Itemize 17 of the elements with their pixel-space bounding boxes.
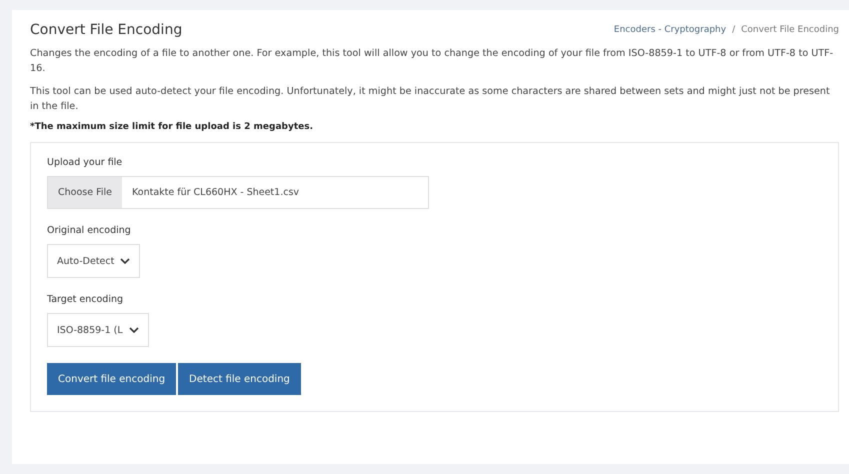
breadcrumb-link[interactable]: Encoders - Cryptography xyxy=(614,25,726,35)
action-button[interactable]: Detect file encoding xyxy=(178,363,301,395)
size-limit-note: *The maximum size limit for file upload is 2 megabytes. xyxy=(30,122,314,132)
chevron-down-icon xyxy=(128,327,139,333)
page-title: Convert File Encoding xyxy=(30,22,182,38)
field-label: Original encoding xyxy=(47,225,131,236)
encoding-select[interactable]: ISO-8859-1 (L xyxy=(47,313,149,347)
action-button[interactable]: Convert file encoding xyxy=(47,363,176,395)
breadcrumb-separator: / xyxy=(732,25,736,35)
file-input[interactable]: Choose File Kontakte für CL660HX - Sheet1.csv xyxy=(47,176,429,209)
field-label: Upload your file xyxy=(47,157,122,168)
description-text: Changes the encoding of a file to another one. For example, this tool will allow you to change the encoding of your file from ISO-8859-1 to UTF-8 or from UTF-8 to UTF-16. xyxy=(30,47,834,76)
encoding-select[interactable]: Auto-Detect xyxy=(47,244,140,278)
field-label: Target encoding xyxy=(47,294,124,305)
breadcrumb-link[interactable]: Convert File Encoding xyxy=(741,25,839,35)
description-text: This tool can be used auto-detect your file encoding. Unfortunately, it might be inaccurate as some characters are shared between sets and might just not be present in the file. xyxy=(30,85,831,114)
chevron-down-icon xyxy=(120,258,130,264)
